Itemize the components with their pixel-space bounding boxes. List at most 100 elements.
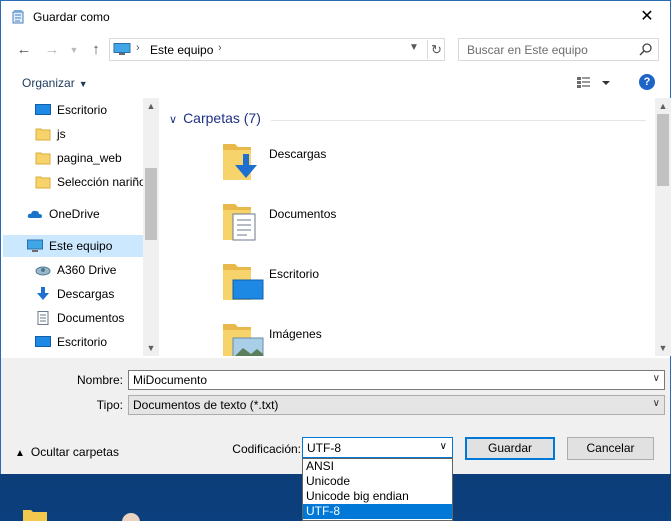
nav-item-este-equipo[interactable]: Este equipo — [3, 235, 145, 257]
scroll-down-icon[interactable]: ▼ — [143, 340, 159, 356]
nav-item-escritorio[interactable]: Escritorio — [3, 99, 145, 121]
scroll-up-icon[interactable]: ▲ — [655, 98, 671, 114]
folder-label: Escritorio — [269, 267, 320, 281]
desktop-folder-icon — [23, 510, 47, 521]
search-icon — [639, 43, 652, 56]
nav-item-label: Escritorio — [57, 335, 108, 349]
notepad-icon — [12, 10, 24, 24]
chevron-down-icon: ▼ — [69, 45, 79, 55]
refresh-button[interactable]: ↻ — [427, 40, 445, 59]
chevron-down-icon: ∨ — [169, 114, 178, 126]
arrow-up-icon: ↑ — [92, 41, 100, 58]
encoding-option-ansi[interactable]: ANSI — [303, 459, 452, 474]
nav-item-js[interactable]: js — [3, 123, 145, 145]
cancel-button[interactable]: Cancelar — [567, 437, 654, 460]
encoding-option-unicode-big-endian[interactable]: Unicode big endian — [303, 489, 452, 504]
content-scrollbar[interactable]: ▲ ▼ — [655, 98, 671, 356]
filetype-select[interactable]: Documentos de texto (*.txt) ∨ — [128, 395, 665, 415]
back-button[interactable]: ← — [13, 39, 35, 61]
group-header[interactable]: ∨ Carpetas (7) — [169, 110, 261, 126]
organize-label: Organizar — [22, 76, 75, 90]
nav-item-escritorio-2[interactable]: Escritorio — [3, 331, 145, 353]
nav-item-label: Este equipo — [49, 239, 113, 253]
group-header-label: Carpetas (7) — [183, 110, 261, 126]
filetype-label: Tipo: — [96, 398, 123, 412]
recent-locations-button[interactable]: ▼ — [63, 39, 85, 61]
arrow-left-icon: ← — [16, 41, 32, 58]
chevron-up-icon: ▲ — [15, 448, 25, 459]
save-button[interactable]: Guardar — [465, 437, 555, 460]
scroll-thumb[interactable] — [145, 168, 157, 240]
content-pane: ∨ Carpetas (7) Descargas Documentos Escr… — [161, 98, 656, 356]
nav-item-label: Selección nariño — [57, 175, 146, 189]
arrow-right-icon: → — [44, 41, 60, 58]
nav-item-label: Descargas — [57, 287, 115, 301]
nav-item-label: js — [57, 127, 66, 141]
folder-item-escritorio[interactable]: Escritorio — [221, 260, 381, 316]
address-dropdown-icon[interactable]: ▼ — [409, 42, 419, 53]
breadcrumb-chevron-icon[interactable]: › — [218, 42, 222, 54]
pictures-folder-icon — [223, 324, 264, 356]
breadcrumb-location[interactable]: Este equipo — [150, 43, 213, 57]
nav-item-a360-drive[interactable]: A360 Drive — [3, 259, 145, 281]
up-button[interactable]: ↑ — [85, 39, 107, 61]
cloud-icon — [27, 210, 42, 218]
a360-icon — [35, 266, 51, 276]
change-view-button[interactable] — [575, 74, 617, 92]
close-button[interactable]: ✕ — [624, 1, 670, 33]
filetype-value: Documentos de texto (*.txt) — [133, 398, 279, 412]
chevron-down-icon: ∨ — [439, 441, 447, 452]
encoding-value: UTF-8 — [307, 441, 341, 455]
scroll-up-icon[interactable]: ▲ — [143, 98, 159, 114]
filename-field[interactable]: MiDocumento ∨ — [128, 370, 665, 390]
search-box[interactable]: Buscar en Este equipo — [458, 38, 659, 61]
title-bar[interactable]: Guardar como ✕ — [1, 1, 670, 33]
nav-pane-scrollbar[interactable]: ▲ ▼ — [143, 98, 159, 356]
address-bar[interactable]: › Este equipo › ▼ ↻ — [109, 38, 445, 61]
desktop-folder-icon — [223, 264, 264, 300]
folder-item-imagenes[interactable]: Imágenes — [221, 320, 381, 356]
encoding-option-utf-8[interactable]: UTF-8 — [303, 504, 452, 519]
nav-item-label: pagina_web — [57, 151, 122, 165]
download-icon — [37, 287, 49, 300]
save-as-dialog: Guardar como ✕ ← → ▼ ↑ › Este equipo › ▼… — [0, 0, 671, 474]
nav-item-label: Documentos — [57, 311, 125, 325]
folder-label: Descargas — [269, 147, 327, 161]
help-icon: ? — [639, 74, 655, 90]
nav-item-label: Escritorio — [57, 103, 108, 117]
folder-item-descargas[interactable]: Descargas — [221, 140, 381, 196]
filename-value[interactable]: MiDocumento — [133, 373, 207, 387]
scroll-thumb[interactable] — [657, 114, 669, 186]
forward-button[interactable]: → — [41, 39, 63, 61]
nav-item-label: A360 Drive — [57, 263, 117, 277]
downloads-folder-icon — [223, 144, 257, 180]
computer-icon — [27, 239, 43, 252]
folder-icon — [35, 152, 51, 165]
nav-item-seleccion-narino[interactable]: Selección nariño — [3, 171, 146, 193]
close-icon: ✕ — [640, 8, 654, 25]
organize-button[interactable]: Organizar ▼ — [22, 76, 88, 90]
chevron-down-icon[interactable]: ∨ — [653, 373, 660, 384]
chevron-down-icon: ∨ — [652, 398, 660, 409]
refresh-icon: ↻ — [431, 42, 442, 57]
command-bar: Organizar ▼ — [1, 67, 670, 97]
nav-item-descargas[interactable]: Descargas — [3, 283, 145, 305]
help-button[interactable]: ? — [639, 74, 655, 90]
scroll-down-icon[interactable]: ▼ — [655, 340, 671, 356]
nav-item-onedrive[interactable]: OneDrive — [3, 203, 145, 225]
folder-icon — [35, 176, 51, 189]
nav-item-pagina-web[interactable]: pagina_web — [3, 147, 145, 169]
encoding-select[interactable]: UTF-8 ∨ — [302, 437, 453, 458]
hide-folders-button[interactable]: ▲ Ocultar carpetas — [15, 445, 119, 459]
nav-item-label: OneDrive — [49, 207, 100, 221]
navigation-pane: Escritorio js pagina_web Selección nariñ… — [3, 98, 159, 356]
folder-label: Documentos — [269, 207, 337, 221]
search-input[interactable]: Buscar en Este equipo — [467, 43, 588, 57]
folder-label: Imágenes — [269, 327, 322, 341]
folder-item-documentos[interactable]: Documentos — [221, 200, 381, 256]
document-icon — [37, 311, 49, 325]
documents-folder-icon — [223, 204, 256, 241]
encoding-option-unicode[interactable]: Unicode — [303, 474, 452, 489]
encoding-options-list: ANSI Unicode Unicode big endian UTF-8 — [302, 458, 453, 521]
nav-item-documentos[interactable]: Documentos — [3, 307, 145, 329]
